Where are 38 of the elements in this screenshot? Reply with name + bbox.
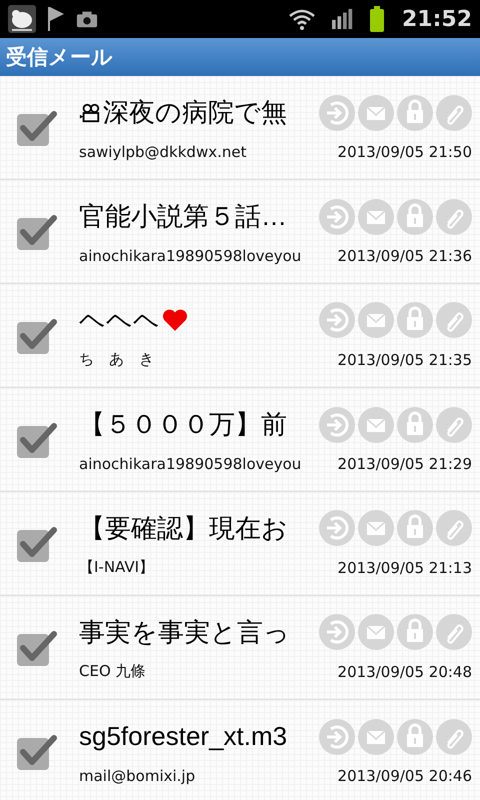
mail-item[interactable]: 官能小説第５話… ainochikara19890598loveyou 2013/09/05 21:36 bbox=[0, 180, 480, 284]
mail-item[interactable]: 【５０００万】前 ainochikara19890598loveyou 2013/09/05 21:29 bbox=[0, 388, 480, 492]
mail-item[interactable]: ヘヘヘ ち あ き 2013/09/05 21:35 bbox=[0, 284, 480, 388]
mail-sender: ainochikara19890598loveyou bbox=[79, 454, 302, 472]
mail-date: 2013/09/05 20:46 bbox=[338, 766, 472, 784]
mail-item[interactable]: sg5forester_xt.m3 mail@bomixi.jp 2013/09/05 20:46 bbox=[0, 700, 480, 800]
mail-date: 2013/09/05 21:29 bbox=[338, 454, 472, 472]
mail-sender: ainochikara19890598loveyou bbox=[79, 246, 302, 264]
mail-sender: mail@bomixi.jp bbox=[79, 766, 196, 784]
mail-item[interactable]: 深夜の病院で無 sawiylpb@dkkdwx.net 2013/09/05 21:50 bbox=[0, 76, 480, 180]
clock: 21:52 bbox=[402, 6, 472, 32]
video-camera-icon bbox=[79, 102, 101, 122]
battery-icon bbox=[370, 6, 384, 32]
mail-date: 2013/09/05 21:36 bbox=[338, 246, 472, 264]
mail-date: 2013/09/05 21:13 bbox=[338, 558, 472, 576]
mail-sender: ち あ き bbox=[79, 350, 154, 369]
mail-subject: sg5forester_xt.m3 bbox=[79, 721, 288, 752]
mail-subject: 官能小説第５話… bbox=[79, 200, 287, 233]
app-icon bbox=[8, 5, 36, 33]
camera-icon bbox=[76, 9, 98, 29]
flag-icon bbox=[46, 5, 66, 33]
heart-icon bbox=[162, 308, 188, 332]
screen-title: 受信メール bbox=[6, 44, 113, 71]
mail-date: 2013/09/05 21:35 bbox=[338, 350, 472, 368]
mail-item[interactable]: 【要確認】現在お 【I-NAVI】 2013/09/05 21:13 bbox=[0, 492, 480, 596]
mail-sender: 【I-NAVI】 bbox=[79, 558, 154, 577]
mail-item[interactable]: 事実を事実と言っ CEO 九條 2013/09/05 20:48 bbox=[0, 596, 480, 700]
mail-date: 2013/09/05 20:48 bbox=[338, 662, 472, 680]
mail-subject: 【要確認】現在お bbox=[79, 512, 288, 544]
mail-subject: ヘヘヘ bbox=[79, 304, 160, 336]
wifi-icon bbox=[288, 8, 316, 30]
mail-date: 2013/09/05 21:50 bbox=[338, 142, 472, 160]
mail-subject: 事実を事実と言っ bbox=[79, 616, 290, 648]
mail-sender: sawiylpb@dkkdwx.net bbox=[79, 142, 246, 160]
mail-subject: 深夜の病院で無 bbox=[103, 96, 287, 129]
mail-subject: 【５０００万】前 bbox=[79, 408, 287, 441]
mail-sender: CEO 九條 bbox=[79, 662, 146, 681]
signal-icon bbox=[332, 8, 354, 30]
